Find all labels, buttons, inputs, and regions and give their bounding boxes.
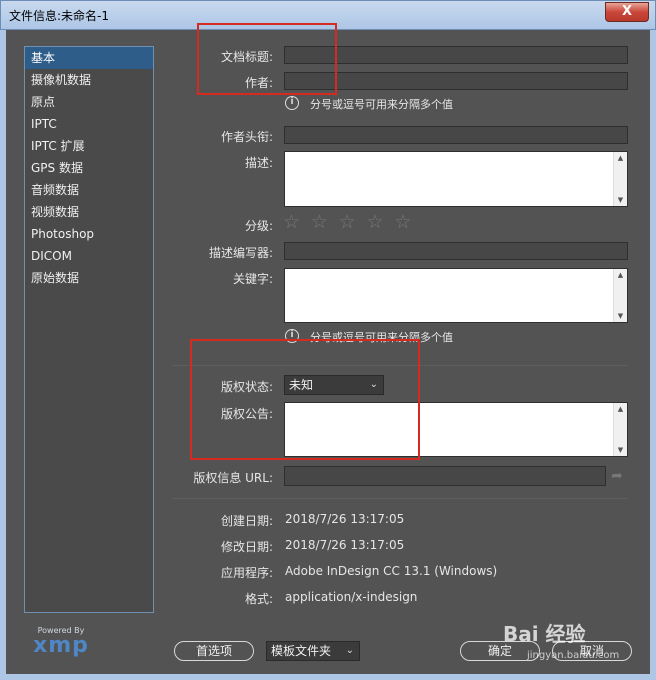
copyright-url-input[interactable] <box>284 466 606 486</box>
window-title: 文件信息:未命名-1 <box>9 9 110 23</box>
chevron-down-icon: ⌄ <box>345 645 354 656</box>
info-icon: i <box>285 96 299 110</box>
keywords-scrollbar[interactable]: ▲ ▼ <box>613 269 627 322</box>
arrow-go-icon[interactable]: ➦ <box>611 468 623 484</box>
copyright-notice-scrollbar[interactable]: ▲ ▼ <box>613 403 627 456</box>
window-frame-right <box>650 30 656 680</box>
created-date-label: 创建日期: <box>220 514 273 528</box>
baidu-watermark: Bai 经验 <box>503 622 586 646</box>
copyright-url-label: 版权信息 URL: <box>193 471 273 485</box>
rating-stars: ☆ ☆ ☆ ☆ ☆ <box>283 212 418 232</box>
star-icon[interactable]: ☆ <box>311 212 335 232</box>
window-frame-bottom <box>0 674 656 680</box>
scroll-down-icon[interactable]: ▼ <box>614 194 627 206</box>
close-button[interactable]: X <box>605 2 649 22</box>
description-label: 描述: <box>244 156 273 170</box>
highlight-box <box>197 23 337 95</box>
rating-label: 分级: <box>244 219 273 233</box>
format-label: 格式: <box>244 592 273 606</box>
scroll-down-icon[interactable]: ▼ <box>614 444 627 456</box>
created-date-value: 2018/7/26 13:17:05 <box>285 512 405 526</box>
keywords-textarea[interactable]: ▲ ▼ <box>284 268 628 323</box>
application-value: Adobe InDesign CC 13.1 (Windows) <box>285 564 498 578</box>
scroll-up-icon[interactable]: ▲ <box>614 269 627 281</box>
xmp-logo: Powered By xmp <box>26 626 96 657</box>
sidebar-item-audio-data[interactable]: 音频数据 <box>25 179 153 201</box>
xmp-logo-text: xmp <box>33 633 89 658</box>
author-hint: 分号或逗号可用来分隔多个值 <box>310 98 453 111</box>
format-value: application/x-indesign <box>285 590 418 604</box>
scroll-up-icon[interactable]: ▲ <box>614 152 627 164</box>
star-icon[interactable]: ☆ <box>394 212 418 232</box>
template-folder-select[interactable]: 模板文件夹 ⌄ <box>266 641 360 661</box>
star-icon[interactable]: ☆ <box>366 212 390 232</box>
highlight-box <box>190 339 420 460</box>
scroll-down-icon[interactable]: ▼ <box>614 310 627 322</box>
modified-date-value: 2018/7/26 13:17:05 <box>285 538 405 552</box>
close-icon: X <box>621 4 633 19</box>
author-title-input[interactable] <box>284 126 628 144</box>
sidebar-item-origin[interactable]: 原点 <box>25 91 153 113</box>
section-divider <box>172 498 628 499</box>
star-icon[interactable]: ☆ <box>283 212 307 232</box>
scroll-up-icon[interactable]: ▲ <box>614 403 627 415</box>
template-folder-label: 模板文件夹 <box>271 644 332 658</box>
keywords-label: 关键字: <box>232 272 273 286</box>
modified-date-label: 修改日期: <box>220 540 273 554</box>
baidu-watermark-url: jingyan.baidu.com <box>527 650 620 661</box>
description-scrollbar[interactable]: ▲ ▼ <box>613 152 627 206</box>
description-writer-label: 描述编写器: <box>208 246 273 260</box>
description-textarea[interactable]: ▲ ▼ <box>284 151 628 207</box>
description-writer-input[interactable] <box>284 242 628 260</box>
author-title-label: 作者头衔: <box>220 130 273 144</box>
star-icon[interactable]: ☆ <box>339 212 363 232</box>
application-label: 应用程序: <box>220 566 273 580</box>
preferences-button[interactable]: 首选项 <box>174 641 254 661</box>
